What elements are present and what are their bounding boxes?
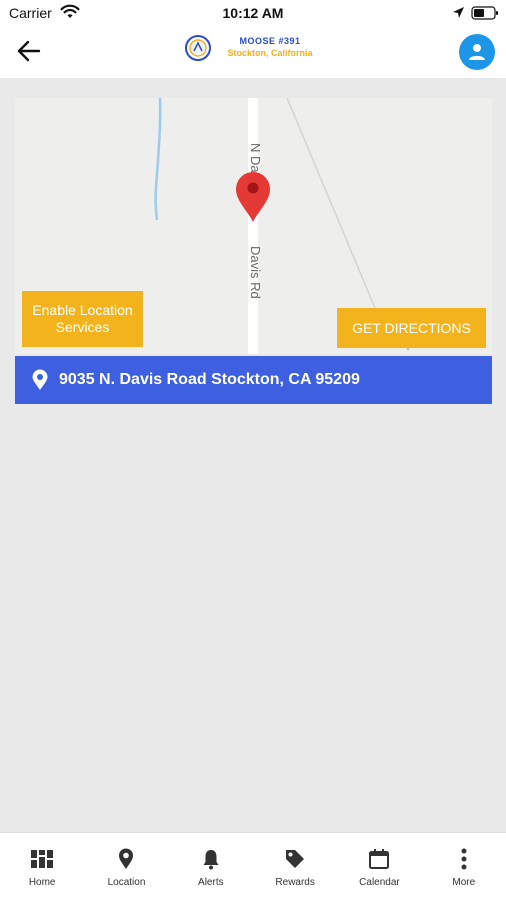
main-road [248,98,258,354]
map-view[interactable]: N Da Davis Rd Enable Location Services M… [15,98,492,354]
nav-label-home: Home [28,877,56,888]
nav-label-more: More [452,877,476,888]
map-pin-icon [114,847,138,871]
nav-item-rewards[interactable]: Rewards [253,833,337,900]
back-button[interactable] [12,36,46,66]
nav-label-rewards: Rewards [275,877,315,888]
arrow-left-icon [17,40,41,62]
brand-location: Stockton, California [227,48,313,58]
clock: 10:12 AM [222,5,284,21]
bottom-nav: Home Location Alerts Rewards Calendar Mo… [0,832,506,900]
nav-item-calendar[interactable]: Calendar [337,833,421,900]
person-icon [469,44,485,60]
calendar-icon [367,847,391,871]
nav-label-calendar: Calendar [359,877,400,888]
battery-icon [471,6,498,20]
nav-label-location: Location [107,877,146,888]
street-label-top: N Da [248,143,263,173]
nav-label-alerts: Alerts [198,877,224,888]
tag-icon [283,847,307,871]
nav-item-location[interactable]: Location [84,833,168,900]
nav-item-more[interactable]: More [422,833,506,900]
location-arrow-icon [453,7,464,18]
nav-item-home[interactable]: Home [0,833,84,900]
brand: MOOSE #391 Stockton, California [184,32,334,70]
app-header: MOOSE #391 Stockton, California [0,26,506,78]
profile-button[interactable] [459,34,495,70]
more-vertical-icon [452,847,476,871]
moose-logo-icon [185,35,211,61]
brand-name: MOOSE #391 [239,36,301,46]
grid-icon [30,847,54,871]
address-bar[interactable]: 9035 N. Davis Road Stockton, CA 95209 [15,356,492,404]
get-directions-button[interactable]: GET DIRECTIONS [337,308,486,348]
status-bar: Carrier 10:12 AM [0,0,506,26]
address-text: 9035 N. Davis Road Stockton, CA 95209 [59,371,360,388]
street-label: Davis Rd [248,246,263,299]
nav-item-alerts[interactable]: Alerts [169,833,253,900]
map-pin-icon [31,369,49,391]
enable-location-button[interactable]: Enable Location Services [22,291,143,347]
bell-icon [199,847,223,871]
